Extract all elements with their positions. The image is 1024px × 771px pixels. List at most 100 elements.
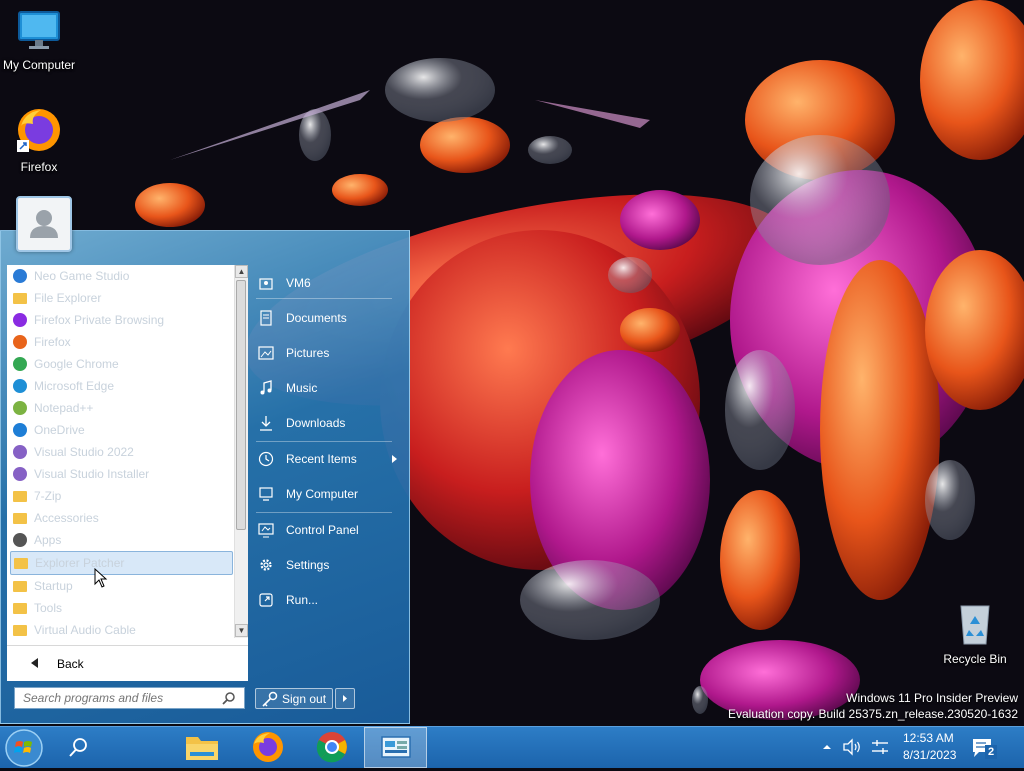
user-account-picture[interactable] — [16, 196, 72, 252]
start-menu-link-label: Downloads — [286, 416, 346, 430]
program-item[interactable]: 7-Zip — [10, 485, 233, 507]
program-label: 7-Zip — [34, 489, 62, 503]
shutdown-options-button[interactable] — [335, 688, 355, 709]
program-label: Startup — [34, 579, 73, 593]
start-menu-link[interactable]: Documents — [252, 303, 402, 333]
start-menu-link-label: Recent Items — [286, 452, 357, 466]
scroll-thumb[interactable] — [236, 280, 246, 530]
start-menu-link[interactable]: VM6 — [252, 268, 402, 298]
all-programs-panel: Neo Game Studio File Explorer Firefox Priv… — [7, 265, 248, 681]
program-item[interactable]: Tools — [10, 597, 233, 619]
program-label: OneDrive — [34, 423, 85, 437]
program-item[interactable]: OneDrive — [10, 419, 233, 441]
volume-button[interactable] — [840, 727, 864, 768]
desktop-icon-firefox[interactable]: Firefox — [0, 106, 78, 174]
speaker-icon — [843, 738, 860, 756]
program-item[interactable]: Notepad++ — [10, 397, 233, 419]
sign-out-button[interactable]: Sign out — [255, 688, 333, 709]
start-menu-link-label: VM6 — [286, 276, 311, 290]
program-item[interactable]: Explorer Patcher — [10, 551, 233, 575]
chevron-right-icon — [392, 455, 397, 463]
menu-separator — [256, 298, 392, 299]
program-item[interactable]: Neo Game Studio — [10, 265, 233, 287]
clock-date: 8/31/2023 — [903, 748, 957, 762]
firefox-icon — [13, 335, 27, 349]
start-menu-link[interactable]: Settings — [252, 550, 402, 580]
start-button[interactable] — [4, 727, 48, 768]
user-folder-icon — [259, 278, 273, 290]
notepad-icon — [13, 401, 27, 415]
search-button[interactable] — [62, 727, 96, 768]
program-label: Google Chrome — [34, 357, 119, 371]
program-item[interactable]: Virtual Audio Cable — [10, 619, 233, 638]
show-hidden-icons-button[interactable] — [818, 727, 836, 768]
taskbar-chrome[interactable] — [310, 727, 354, 768]
network-icon — [872, 740, 888, 754]
control-panel-app-icon — [381, 736, 411, 758]
program-item[interactable]: Startup — [10, 575, 233, 597]
back-button[interactable]: Back — [7, 645, 248, 681]
clock[interactable]: 12:53 AM 8/31/2023 — [896, 727, 960, 768]
start-menu-link[interactable]: Recent Items — [252, 444, 402, 474]
desktop-icon-my-computer[interactable]: My Computer — [0, 10, 78, 72]
program-label: Visual Studio 2022 — [34, 445, 134, 459]
program-label: File Explorer — [34, 291, 102, 305]
edge-icon — [13, 379, 27, 393]
program-item[interactable]: Visual Studio Installer — [10, 463, 233, 485]
onedrive-icon — [13, 423, 27, 437]
program-item[interactable]: File Explorer — [10, 287, 233, 309]
taskbar-active-window[interactable] — [364, 727, 427, 768]
folder-icon — [13, 293, 27, 304]
start-menu-link[interactable]: Music — [252, 373, 402, 403]
taskbar-file-explorer[interactable] — [180, 727, 224, 768]
start-menu-link[interactable]: Pictures — [252, 338, 402, 368]
folder-icon — [13, 581, 27, 592]
start-menu-link[interactable]: Downloads — [252, 408, 402, 438]
scroll-up-button[interactable]: ▲ — [235, 265, 248, 278]
menu-separator — [256, 512, 392, 513]
start-menu-link[interactable]: Run... — [252, 585, 402, 615]
scroll-down-button[interactable]: ▼ — [235, 624, 248, 637]
start-menu-link-label: Music — [286, 381, 318, 395]
desktop-icon-label: Recycle Bin — [943, 652, 1007, 666]
mouse-cursor-icon — [94, 568, 108, 588]
search-icon[interactable] — [222, 691, 236, 705]
folder-icon — [14, 558, 28, 569]
start-menu-link[interactable]: My Computer — [252, 479, 402, 509]
run-icon — [259, 593, 273, 607]
program-item[interactable]: Firefox Private Browsing — [10, 309, 233, 331]
recycle-bin-icon — [960, 605, 990, 645]
program-label: Accessories — [34, 511, 99, 525]
network-button[interactable] — [868, 727, 892, 768]
desktop-icon-recycle-bin[interactable]: Recycle Bin — [936, 602, 1014, 666]
notification-center-button[interactable]: 2 — [966, 727, 1000, 768]
program-label: Firefox — [34, 335, 71, 349]
chrome-icon — [13, 357, 27, 371]
back-label: Back — [57, 657, 84, 671]
start-menu-link[interactable]: Control Panel — [252, 515, 402, 545]
folder-icon — [13, 491, 27, 502]
documents-icon — [260, 310, 272, 326]
music-icon — [260, 380, 272, 395]
taskbar-firefox[interactable] — [246, 727, 290, 768]
program-item[interactable]: Firefox — [10, 331, 233, 353]
program-item[interactable]: Apps — [10, 529, 233, 551]
search-icon — [69, 738, 87, 757]
program-label: Firefox Private Browsing — [34, 313, 165, 327]
start-search-box[interactable] — [14, 687, 245, 709]
start-menu-link-label: Control Panel — [286, 523, 359, 537]
clock-time: 12:53 AM — [903, 731, 954, 745]
program-item[interactable]: Accessories — [10, 507, 233, 529]
firefox-icon — [253, 732, 283, 762]
program-item[interactable]: Visual Studio 2022 — [10, 441, 233, 463]
start-menu-link-label: Settings — [286, 558, 330, 572]
programs-scrollbar[interactable]: ▲ ▼ — [234, 265, 248, 638]
program-label: Microsoft Edge — [34, 379, 115, 393]
program-item[interactable]: Google Chrome — [10, 353, 233, 375]
menu-separator — [256, 441, 392, 442]
control-panel-icon — [258, 523, 274, 538]
program-item[interactable]: Microsoft Edge — [10, 375, 233, 397]
program-label: Tools — [34, 601, 63, 615]
sign-out-label: Sign out — [282, 692, 327, 706]
search-input[interactable] — [15, 688, 213, 708]
